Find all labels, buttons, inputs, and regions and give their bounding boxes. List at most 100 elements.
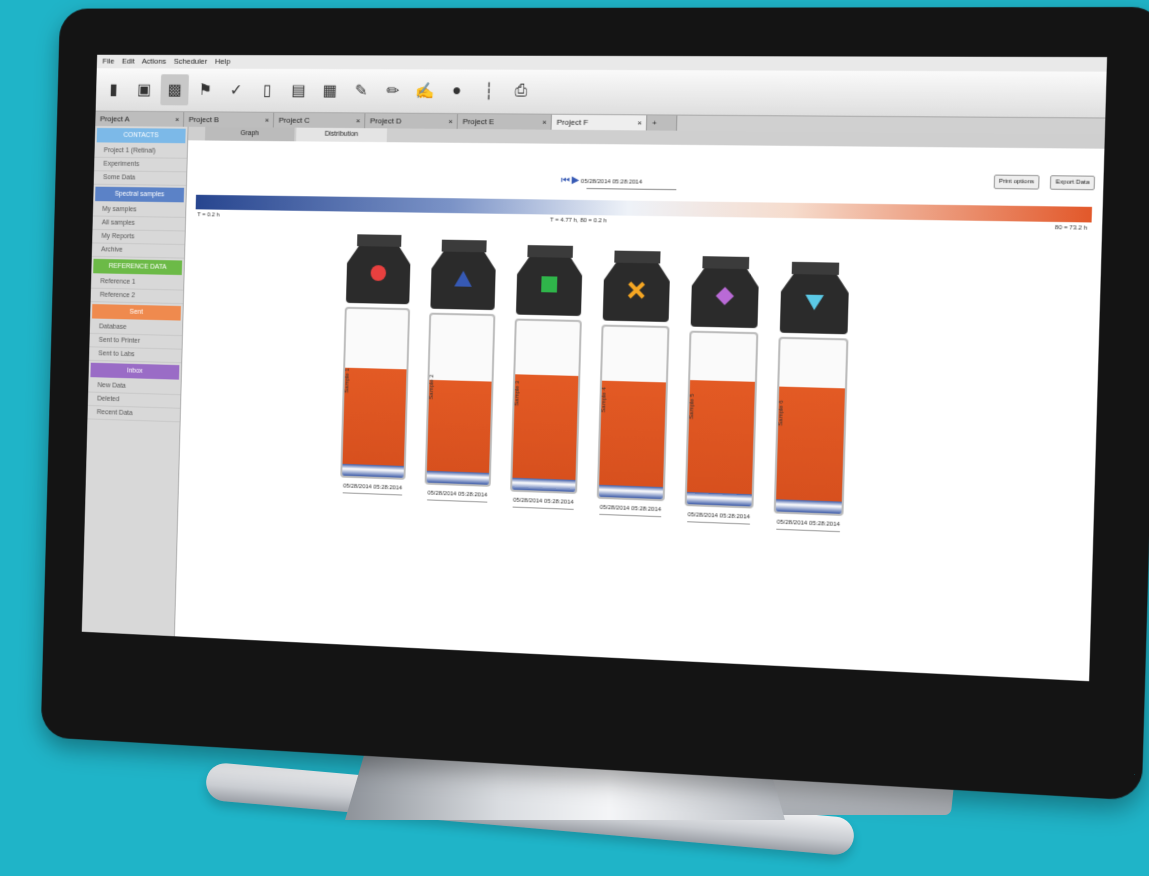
vial-fill <box>512 374 579 480</box>
tab-label: Project F <box>556 117 589 127</box>
new-tab-button[interactable]: + <box>646 115 678 132</box>
close-icon[interactable]: × <box>356 113 361 129</box>
time-gradient-bar[interactable] <box>195 194 1093 223</box>
sample-vial[interactable]: Sample 5 05/28/2014 05:28:2014 <box>683 256 761 528</box>
vial-slider[interactable] <box>599 513 662 518</box>
menu-file[interactable]: File <box>102 57 114 66</box>
cross-icon <box>626 279 647 305</box>
vial-band <box>686 491 752 507</box>
vial-body: Sample 5 <box>684 330 759 509</box>
sample-vial[interactable]: Sample 6 05/28/2014 05:28:2014 <box>772 261 851 536</box>
export-data-button[interactable]: Export Data <box>1050 175 1096 191</box>
close-icon[interactable]: × <box>448 114 453 130</box>
vial-band <box>342 463 404 478</box>
vial-label: Sample 2 <box>428 374 436 400</box>
sidebar-item[interactable]: Recent Data <box>87 405 181 423</box>
vial-body: Sample 4 <box>596 324 670 502</box>
print-icon[interactable]: ⎙ <box>506 76 536 108</box>
close-icon[interactable]: × <box>637 115 642 131</box>
monitor-bezel: File Edit Actions Scheduler Help ▮ ▣ ▩ ⚑… <box>40 6 1149 801</box>
folder-icon[interactable]: ▣ <box>130 74 159 105</box>
sidebar-item[interactable]: Experiments <box>94 157 187 173</box>
menu-actions[interactable]: Actions <box>142 57 167 66</box>
triangle-icon <box>453 268 473 293</box>
sidebar-item[interactable]: Sent to Labs <box>88 347 182 364</box>
vial-timestamp: 05/28/2014 05:28:2014 <box>776 519 841 529</box>
vial-cap <box>702 256 750 270</box>
diamond-icon <box>714 285 735 311</box>
grid-icon[interactable]: ▦ <box>315 75 344 107</box>
scale-left-label: T = 0.2 h <box>197 212 220 219</box>
vial-slider[interactable] <box>342 492 403 496</box>
vial-cap <box>791 261 840 275</box>
sample-vial[interactable]: Sample 1 05/28/2014 05:28:2014 <box>339 234 413 499</box>
inv-triangle-icon <box>804 291 825 317</box>
sample-vial[interactable]: Sample 2 05/28/2014 05:28:2014 <box>423 239 498 505</box>
vial-timestamp: 05/28/2014 05:28:2014 <box>512 497 574 506</box>
sidebar-item[interactable]: My samples <box>92 202 186 218</box>
rewind-icon[interactable]: ⏮ <box>561 175 570 186</box>
player-time: 05/28/2014 05:28:2014 <box>580 178 643 186</box>
calendar-icon[interactable]: ▩ <box>160 74 190 106</box>
print-options-button[interactable]: Print options <box>993 174 1040 190</box>
vial-label: Sample 4 <box>600 386 608 413</box>
bookmark-icon[interactable]: ⚑ <box>191 74 220 105</box>
sidebar-section-header[interactable]: Spectral samples <box>95 186 185 203</box>
vial-slider[interactable] <box>512 506 574 510</box>
sidebar-item[interactable]: Archive <box>91 243 185 259</box>
player-slider[interactable] <box>586 188 677 191</box>
tab-label: Project C <box>278 115 310 125</box>
main-area: CONTACTS Project 1 (Retinal) Experiments So… <box>81 126 1105 682</box>
sidebar-section-header[interactable]: REFERENCE DATA <box>93 258 183 276</box>
vial-slider[interactable] <box>776 528 840 533</box>
vial-shoulder <box>780 274 849 334</box>
tab-label: Project D <box>369 116 402 126</box>
sidebar-section-header[interactable]: Inbox <box>90 362 180 380</box>
menu-scheduler[interactable]: Scheduler <box>174 57 208 66</box>
tab-label: Project A <box>99 114 130 124</box>
menu-edit[interactable]: Edit <box>122 57 135 66</box>
sidebar-item[interactable]: Project 1 (Retinal) <box>94 144 188 159</box>
vial-shoulder <box>430 251 496 310</box>
sidebar-section-header[interactable]: Sent <box>91 304 181 321</box>
edit-icon[interactable]: ✎ <box>346 75 376 107</box>
sidebar-item[interactable]: Some Data <box>93 171 187 186</box>
vial-shoulder <box>603 262 671 322</box>
file-icon[interactable]: ▮ <box>99 74 127 105</box>
sidebar: CONTACTS Project 1 (Retinal) Experiments So… <box>81 126 189 637</box>
vial-slider[interactable] <box>687 521 750 525</box>
edit-underline-icon[interactable]: ✍ <box>410 75 440 107</box>
vial-fill <box>687 380 755 495</box>
folder-open-icon[interactable]: ▤ <box>284 75 313 106</box>
vial-timestamp: 05/28/2014 05:28:2014 <box>342 483 403 492</box>
close-icon[interactable]: × <box>175 112 180 128</box>
sidebar-section-header[interactable]: CONTACTS <box>96 127 186 144</box>
vial-shoulder <box>516 257 583 316</box>
menu-help[interactable]: Help <box>215 57 231 66</box>
close-icon[interactable]: × <box>542 115 547 131</box>
sidebar-item[interactable]: Reference 2 <box>90 288 184 305</box>
vial-label: Sample 5 <box>688 393 696 420</box>
tab-distribution[interactable]: Distribution <box>296 127 388 143</box>
settings-icon[interactable]: ● <box>442 75 472 107</box>
vial-slider[interactable] <box>427 499 488 503</box>
thermometer-icon[interactable]: ┆ <box>474 75 504 107</box>
edit-alt-icon[interactable]: ✏ <box>378 75 408 107</box>
scale-right-label: 80 = 73.2 h <box>1054 225 1088 232</box>
vial-shoulder <box>691 268 759 328</box>
tab-label: Project E <box>462 117 495 127</box>
sample-vial[interactable]: Sample 4 05/28/2014 05:28:2014 <box>595 250 672 520</box>
tag-icon[interactable]: ✓ <box>222 75 251 106</box>
vial-label: Sample 6 <box>777 400 785 427</box>
square-icon <box>539 274 559 299</box>
screen: File Edit Actions Scheduler Help ▮ ▣ ▩ ⚑… <box>81 54 1108 682</box>
content-panel: Graph Distribution ⏮ ▶ 05/28/2014 05:28:… <box>174 126 1105 682</box>
vial-fill <box>599 380 666 488</box>
play-icon[interactable]: ▶ <box>571 175 579 186</box>
vial-cap <box>614 250 661 264</box>
vial-fill <box>342 367 407 466</box>
sample-vial[interactable]: Sample 3 05/28/2014 05:28:2014 <box>509 245 585 513</box>
tab-graph[interactable]: Graph <box>204 126 295 142</box>
document-icon[interactable]: ▯ <box>253 75 282 106</box>
close-icon[interactable]: × <box>265 113 270 129</box>
